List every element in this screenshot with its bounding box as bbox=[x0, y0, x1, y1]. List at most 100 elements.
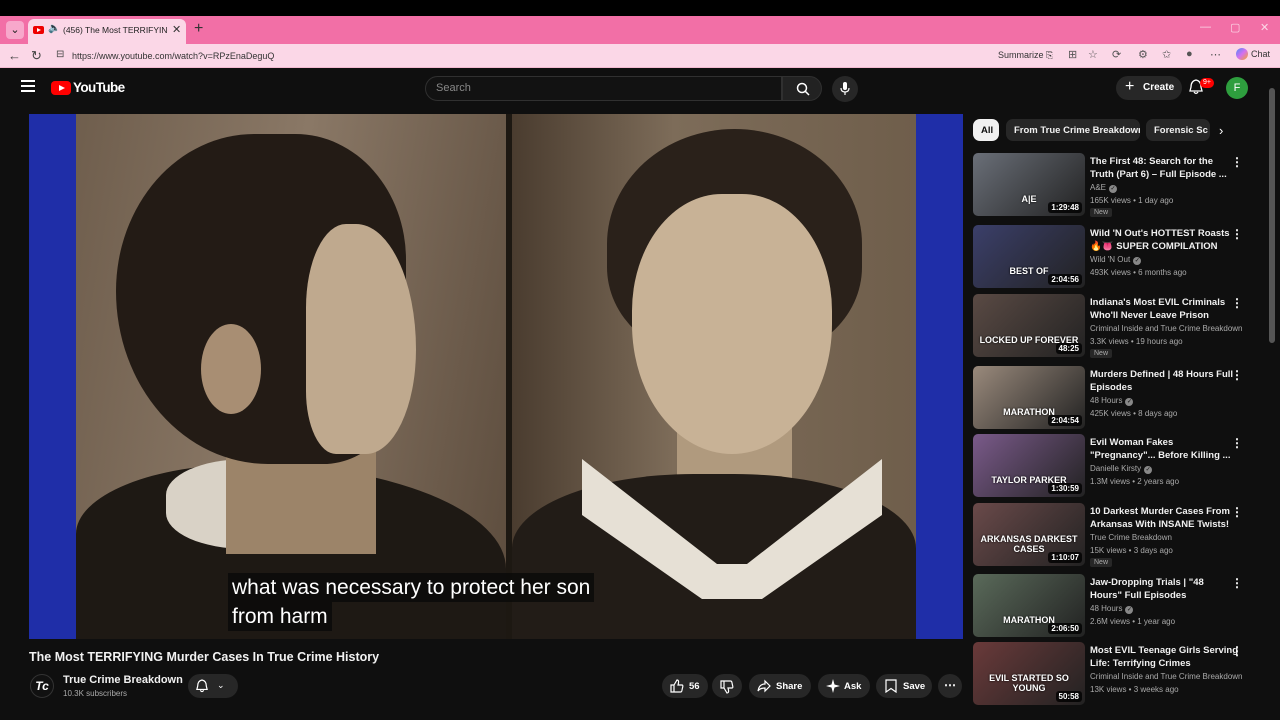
favorite-star-icon[interactable]: ☆ bbox=[1088, 48, 1098, 61]
more-actions-button[interactable]: ⋯ bbox=[938, 674, 962, 698]
recommendation-item[interactable]: EVIL STARTED SO YOUNG 50:58 Most EVIL Teen… bbox=[973, 642, 1263, 708]
recommendation-item[interactable]: TAYLOR PARKER 1:30:59 Evil Woman Fakes "Pr… bbox=[973, 434, 1263, 500]
audio-playing-icon[interactable]: 🔈 bbox=[48, 23, 60, 34]
apps-icon[interactable]: ⊞ bbox=[1068, 48, 1077, 61]
recommendation-item[interactable]: MARATHON 2:06:50 Jaw-Dropping Trials | "48… bbox=[973, 574, 1263, 640]
recommendation-meta: 13K views • 3 weeks ago bbox=[1090, 685, 1179, 694]
recommendation-meta: 493K views • 6 months ago bbox=[1090, 268, 1187, 277]
video-thumbnail[interactable]: MARATHON 2:04:54 bbox=[973, 366, 1085, 429]
recommendation-channel[interactable]: A&E ✓ bbox=[1090, 183, 1118, 193]
recommendation-channel[interactable]: Criminal Inside and True Crime Breakdown bbox=[1090, 324, 1243, 333]
tab-list-chevron-icon[interactable]: ⌄ bbox=[6, 21, 24, 39]
video-thumbnail[interactable]: ARKANSAS DARKEST CASES 1:10:07 bbox=[973, 503, 1085, 566]
recommendation-meta: 1.3M views • 2 years ago bbox=[1090, 477, 1180, 486]
video-thumbnail[interactable]: LOCKED UP FOREVER 48:25 bbox=[973, 294, 1085, 357]
recommendation-item[interactable]: A|E 1:29:48 The First 48: Search for the T… bbox=[973, 153, 1263, 219]
page-scrollbar[interactable] bbox=[1269, 80, 1275, 700]
extensions-refresh-icon[interactable]: ⟳ bbox=[1112, 48, 1121, 61]
more-vertical-icon[interactable]: ⋮ bbox=[1231, 576, 1243, 590]
subscribed-notifications-button[interactable]: ⌄ bbox=[188, 674, 238, 698]
create-button[interactable]: + Create bbox=[1116, 76, 1182, 100]
copilot-icon bbox=[1236, 48, 1248, 60]
recommendation-channel[interactable]: 48 Hours ✓ bbox=[1090, 604, 1134, 614]
like-button[interactable]: 56 bbox=[662, 674, 708, 698]
chip-forensic[interactable]: Forensic Sc bbox=[1146, 119, 1210, 141]
recommendation-title[interactable]: The First 48: Search for the Truth (Part… bbox=[1090, 155, 1238, 181]
chip-all[interactable]: All bbox=[973, 119, 999, 141]
chip-from-channel[interactable]: From True Crime Breakdown bbox=[1006, 119, 1140, 141]
more-vertical-icon[interactable]: ⋮ bbox=[1231, 368, 1243, 382]
scrollbar-thumb[interactable] bbox=[1269, 88, 1275, 343]
chip-label: From True Crime Breakdown bbox=[1014, 125, 1140, 136]
recommendation-title[interactable]: 10 Darkest Murder Cases From Arkansas Wi… bbox=[1090, 505, 1238, 531]
video-thumbnail[interactable]: TAYLOR PARKER 1:30:59 bbox=[973, 434, 1085, 497]
more-vertical-icon[interactable]: ⋮ bbox=[1231, 296, 1243, 310]
recommendation-item[interactable]: BEST OF 2:04:56 Wild 'N Out's HOTTEST Roas… bbox=[973, 225, 1263, 291]
share-button[interactable]: Share bbox=[749, 674, 811, 698]
channel-label: A&E bbox=[1090, 183, 1107, 192]
recommendation-title[interactable]: Wild 'N Out's HOTTEST Roasts 🔥👅 SUPER CO… bbox=[1090, 227, 1238, 253]
recommendation-meta: 165K views • 1 day ago bbox=[1090, 196, 1174, 205]
address-bar[interactable]: ⊟ https://www.youtube.com/watch?v=RPzEna… bbox=[50, 46, 994, 66]
recommendation-title[interactable]: Most EVIL Teenage Girls Serving Life: Te… bbox=[1090, 644, 1238, 670]
maximize-icon[interactable]: ▢ bbox=[1230, 21, 1240, 34]
browser-toolbar: ← ↻ ⊟ https://www.youtube.com/watch?v=RP… bbox=[0, 44, 1280, 68]
summarize-button[interactable]: Summarize ⎘ bbox=[998, 50, 1053, 61]
ask-button[interactable]: Ask bbox=[818, 674, 870, 698]
extension-icon[interactable]: ⚙ bbox=[1138, 48, 1148, 61]
channel-name[interactable]: True Crime Breakdown bbox=[63, 674, 183, 686]
channel-avatar[interactable]: Tc bbox=[30, 674, 54, 698]
recommendation-channel[interactable]: Criminal Inside and True Crime Breakdown bbox=[1090, 672, 1243, 681]
bookmark-icon bbox=[885, 679, 897, 693]
tab-close-icon[interactable]: ✕ bbox=[172, 23, 181, 36]
menu-icon[interactable] bbox=[21, 80, 35, 92]
chip-label: All bbox=[981, 125, 994, 136]
video-player[interactable]: what was necessary to protect her son fr… bbox=[29, 114, 963, 639]
caption-line-2: from harm bbox=[228, 602, 332, 631]
recommendation-channel[interactable]: Wild 'N Out ✓ bbox=[1090, 255, 1142, 265]
video-thumbnail[interactable]: MARATHON 2:06:50 bbox=[973, 574, 1085, 637]
copilot-chat-button[interactable]: Chat bbox=[1236, 48, 1270, 60]
video-thumbnail[interactable]: A|E 1:29:48 bbox=[973, 153, 1085, 216]
recommendation-channel[interactable]: True Crime Breakdown bbox=[1090, 533, 1172, 542]
search-input[interactable]: Search bbox=[425, 76, 782, 101]
chevron-down-icon: ⌄ bbox=[217, 680, 225, 690]
recommendation-title[interactable]: Indiana's Most EVIL Criminals Who'll Nev… bbox=[1090, 296, 1238, 322]
more-vertical-icon[interactable]: ⋮ bbox=[1231, 227, 1243, 241]
video-thumbnail[interactable]: EVIL STARTED SO YOUNG 50:58 bbox=[973, 642, 1085, 705]
more-vertical-icon[interactable]: ⋮ bbox=[1231, 644, 1243, 658]
search-button[interactable] bbox=[782, 76, 822, 101]
back-arrow-icon[interactable]: ← bbox=[8, 48, 21, 63]
reload-icon[interactable]: ↻ bbox=[31, 48, 42, 64]
account-avatar[interactable]: F bbox=[1226, 77, 1248, 99]
voice-search-button[interactable] bbox=[832, 76, 858, 102]
more-vertical-icon[interactable]: ⋮ bbox=[1231, 505, 1243, 519]
recommendation-item[interactable]: LOCKED UP FOREVER 48:25 Indiana's Most EVI… bbox=[973, 294, 1263, 360]
recommendation-title[interactable]: Murders Defined | 48 Hours Full Episodes bbox=[1090, 368, 1238, 394]
recommendation-channel[interactable]: 48 Hours ✓ bbox=[1090, 396, 1134, 406]
duration-badge: 1:10:07 bbox=[1048, 552, 1082, 563]
recommendation-item[interactable]: MARATHON 2:04:54 Murders Defined | 48 Hour… bbox=[973, 366, 1263, 432]
minimize-icon[interactable]: — bbox=[1200, 21, 1211, 33]
favorites-icon[interactable]: ✩ bbox=[1162, 48, 1171, 61]
microphone-icon bbox=[840, 82, 850, 95]
recommendation-title[interactable]: Jaw-Dropping Trials | "48 Hours" Full Ep… bbox=[1090, 576, 1238, 602]
more-horizontal-icon: ⋯ bbox=[944, 678, 956, 692]
video-thumbnail[interactable]: BEST OF 2:04:56 bbox=[973, 225, 1085, 288]
chevron-right-icon[interactable]: › bbox=[1219, 123, 1223, 138]
new-tab-icon[interactable]: + bbox=[194, 20, 203, 38]
browser-tab-active[interactable]: 🔈 (456) The Most TERRIFYING Murder Cases… bbox=[28, 19, 186, 44]
more-vertical-icon[interactable]: ⋮ bbox=[1231, 155, 1243, 169]
dislike-button[interactable] bbox=[712, 674, 742, 698]
share-label: Share bbox=[776, 681, 803, 692]
recommendation-title[interactable]: Evil Woman Fakes "Pregnancy"... Before K… bbox=[1090, 436, 1238, 462]
more-vertical-icon[interactable]: ⋮ bbox=[1231, 436, 1243, 450]
save-button[interactable]: Save bbox=[876, 674, 932, 698]
window-close-icon[interactable]: ✕ bbox=[1260, 21, 1269, 34]
profile-icon[interactable]: ● bbox=[1186, 48, 1193, 60]
site-info-icon[interactable]: ⊟ bbox=[56, 49, 64, 60]
duration-badge: 1:29:48 bbox=[1048, 202, 1082, 213]
recommendation-item[interactable]: ARKANSAS DARKEST CASES 1:10:07 10 Darkest … bbox=[973, 503, 1263, 569]
more-options-icon[interactable]: ⋯ bbox=[1210, 48, 1221, 61]
recommendation-channel[interactable]: Danielle Kirsty ✓ bbox=[1090, 464, 1153, 474]
